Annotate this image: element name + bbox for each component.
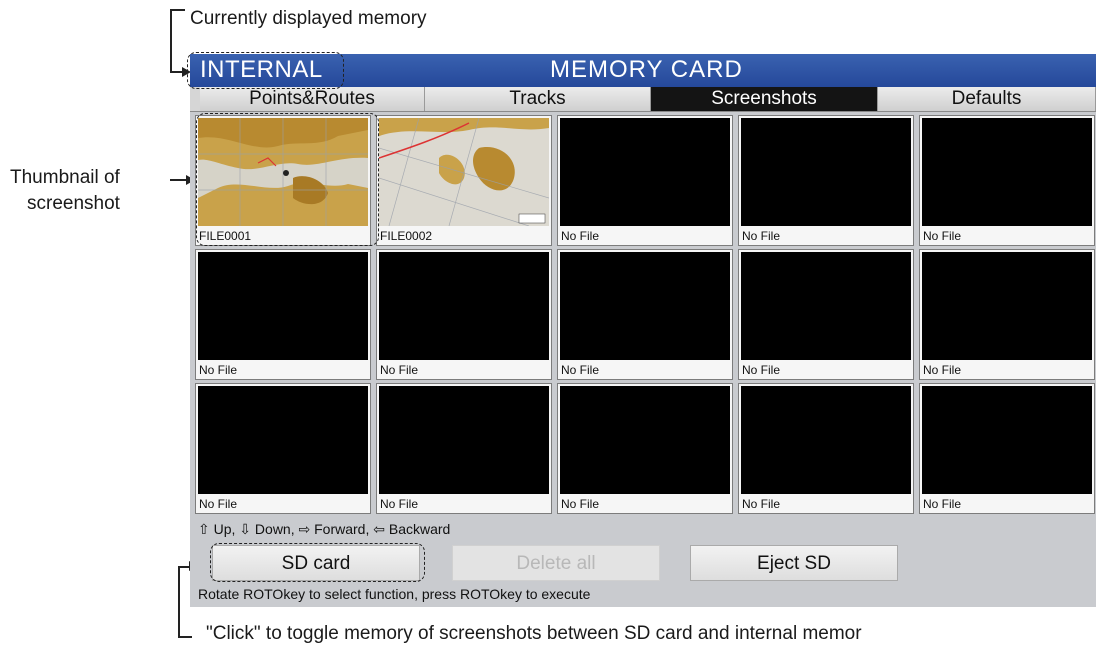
chart-map-thumbnail-2	[379, 118, 549, 226]
navigation-hint: ⇧ Up, ⇩ Down, ⇨ Forward, ⇦ Backward	[198, 521, 451, 537]
screenshot-cell[interactable]: No File	[195, 383, 371, 514]
empty-thumbnail	[922, 386, 1092, 494]
empty-thumbnail	[922, 252, 1092, 360]
file-name-label: No File	[380, 363, 419, 377]
empty-thumbnail	[741, 252, 911, 360]
annotation-thumbnail-line1: Thumbnail of	[10, 167, 120, 188]
screenshot-cell[interactable]: No File	[195, 249, 371, 380]
footer-hint: Rotate ROTOkey to select function, press…	[198, 586, 591, 602]
screenshot-cell[interactable]: No File	[919, 383, 1095, 514]
file-name-label: No File	[923, 363, 962, 377]
empty-thumbnail	[741, 118, 911, 226]
empty-thumbnail	[379, 252, 549, 360]
memory-label-highlight	[187, 52, 344, 89]
annotation-bracket-top	[170, 9, 185, 11]
sd-card-button-highlight	[210, 543, 425, 582]
file-name-label: FILE0002	[380, 229, 433, 243]
tab-defaults[interactable]: Defaults	[878, 87, 1096, 111]
eject-sd-button[interactable]: Eject SD	[690, 545, 898, 581]
file-name-label: No File	[561, 497, 600, 511]
tab-screenshots[interactable]: Screenshots	[651, 87, 878, 111]
screenshot-cell[interactable]: No File	[376, 249, 552, 380]
thumbnail-highlight	[196, 113, 379, 246]
screenshot-cell[interactable]: No File	[919, 249, 1095, 380]
empty-thumbnail	[379, 386, 549, 494]
screenshot-cell[interactable]: No File	[738, 249, 914, 380]
screenshot-cell[interactable]: No File	[738, 115, 914, 246]
empty-thumbnail	[198, 386, 368, 494]
screenshot-cell[interactable]: No File	[376, 383, 552, 514]
empty-thumbnail	[922, 118, 1092, 226]
file-name-label: No File	[742, 229, 781, 243]
screenshot-cell[interactable]: No File	[919, 115, 1095, 246]
annotation-current-memory: Currently displayed memory	[190, 8, 427, 29]
screenshot-cell[interactable]: No File	[738, 383, 914, 514]
screenshot-cell[interactable]: No File	[557, 383, 733, 514]
annotation-click-note: "Click" to toggle memory of screenshots …	[206, 623, 862, 644]
file-name-label: No File	[561, 229, 600, 243]
screenshot-cell[interactable]: No File	[557, 249, 733, 380]
file-name-label: No File	[742, 497, 781, 511]
empty-thumbnail	[741, 386, 911, 494]
file-name-label: No File	[199, 363, 238, 377]
annotation-click-bracket-vertical	[178, 566, 180, 637]
empty-thumbnail	[198, 252, 368, 360]
file-name-label: No File	[923, 229, 962, 243]
empty-thumbnail	[560, 252, 730, 360]
delete-all-button[interactable]: Delete all	[452, 545, 660, 581]
annotation-click-bracket-bottom	[178, 636, 192, 638]
file-name-label: No File	[199, 497, 238, 511]
empty-thumbnail	[560, 386, 730, 494]
file-name-label: No File	[742, 363, 781, 377]
tab-points-routes[interactable]: Points&Routes	[200, 87, 425, 111]
screenshot-thumbnail	[379, 118, 549, 226]
file-name-label: No File	[923, 497, 962, 511]
file-name-label: No File	[380, 497, 419, 511]
empty-thumbnail	[560, 118, 730, 226]
tab-tracks[interactable]: Tracks	[425, 87, 651, 111]
file-name-label: No File	[561, 363, 600, 377]
tab-bar: Points&Routes Tracks Screenshots Default…	[190, 87, 1096, 112]
screenshot-cell[interactable]: No File	[557, 115, 733, 246]
page-title: MEMORY CARD	[550, 56, 743, 83]
screenshot-cell[interactable]: FILE0002	[376, 115, 552, 246]
annotation-bracket-vertical	[170, 9, 172, 72]
annotation-thumbnail-line2: screenshot	[27, 193, 120, 214]
